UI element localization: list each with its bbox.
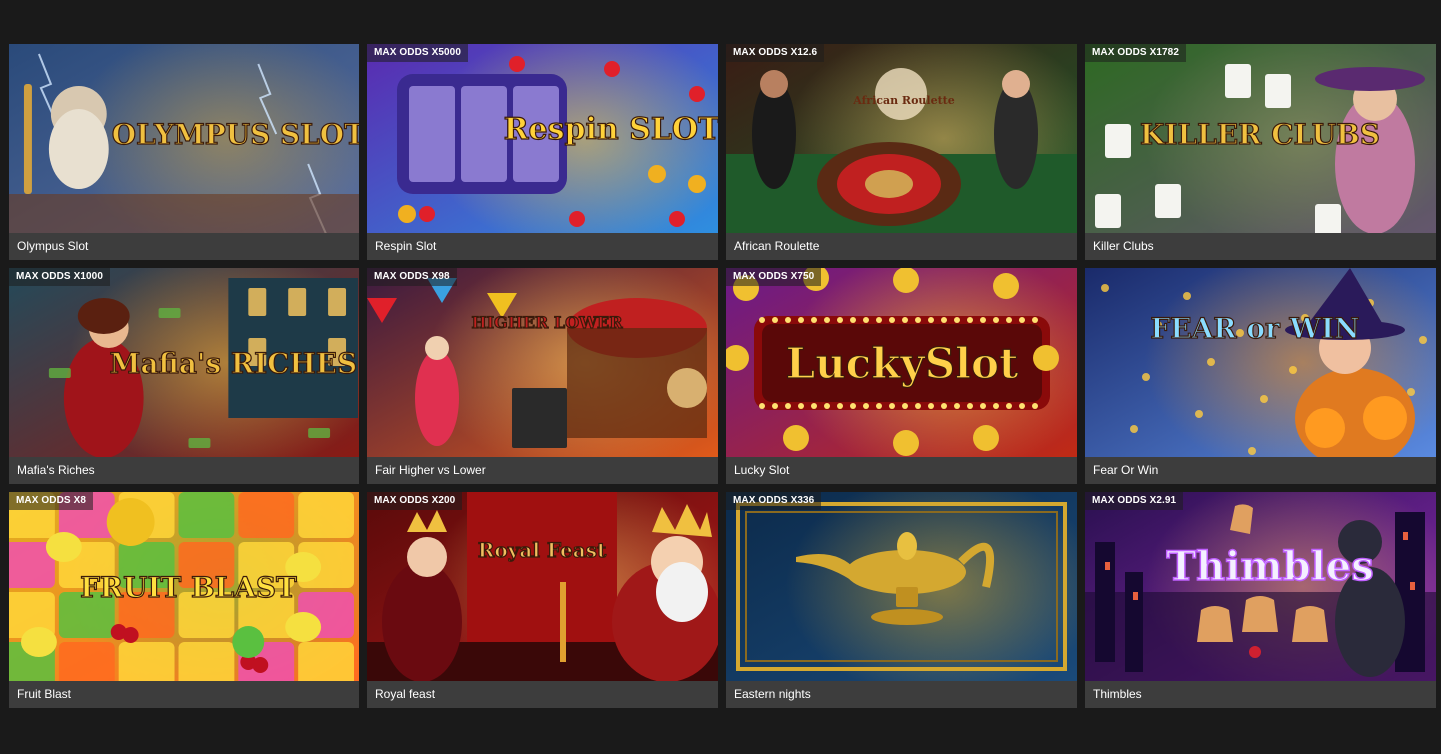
game-artwork: HIGHER LOWER xyxy=(367,268,718,457)
game-title[interactable]: Respin Slot xyxy=(367,233,718,260)
max-odds-badge: MAX ODDS X1782 xyxy=(1085,44,1186,62)
game-title[interactable]: Thimbles xyxy=(1085,681,1436,708)
max-odds-badge: MAX ODDS X1000 xyxy=(9,268,110,286)
game-thumbnail[interactable]: Respin SLOT xyxy=(367,44,718,233)
max-odds-badge: MAX ODDS X12.6 xyxy=(726,44,825,62)
game-logo-text: FRUIT BLAST xyxy=(80,571,297,604)
game-thumbnail[interactable]: FRUIT BLAST xyxy=(9,492,359,681)
game-logo-text: KILLER CLUBS xyxy=(1140,118,1380,151)
game-artwork: Mafia's RICHES xyxy=(9,268,359,457)
game-title[interactable]: Royal feast xyxy=(367,681,718,708)
game-logo-text: Thimbles xyxy=(1166,543,1374,590)
game-thumbnail[interactable]: Royal Feast xyxy=(367,492,718,681)
game-title[interactable]: Fair Higher vs Lower xyxy=(367,457,718,484)
game-logo-text: Royal Feast xyxy=(478,538,607,562)
game-title[interactable]: Fruit Blast xyxy=(9,681,359,708)
game-card[interactable]: Respin SLOT MAX ODDS X5000 Respin Slot xyxy=(367,44,718,260)
game-thumbnail[interactable]: HIGHER LOWER xyxy=(367,268,718,457)
game-artwork: KILLER CLUBS xyxy=(1085,44,1436,233)
game-card[interactable]: Royal Feast MAX ODDS X200 Royal feast xyxy=(367,492,718,708)
game-logo-text: Respin SLOT xyxy=(504,112,718,147)
max-odds-badge: MAX ODDS X2.91 xyxy=(1085,492,1184,510)
game-thumbnail[interactable]: African Roulette xyxy=(726,44,1077,233)
max-odds-badge: MAX ODDS X336 xyxy=(726,492,822,510)
game-thumbnail[interactable]: Thimbles xyxy=(1085,492,1436,681)
game-card[interactable]: FRUIT BLAST MAX ODDS X8 Fruit Blast xyxy=(9,492,359,708)
game-card[interactable]: MAX ODDS X336 Eastern nights xyxy=(726,492,1077,708)
game-card[interactable]: OLYMPUS SLOT Olympus Slot xyxy=(9,44,359,260)
game-thumbnail[interactable]: KILLER CLUBS xyxy=(1085,44,1436,233)
max-odds-badge: MAX ODDS X5000 xyxy=(367,44,468,62)
max-odds-badge: MAX ODDS X750 xyxy=(726,268,822,286)
max-odds-badge: MAX ODDS X8 xyxy=(9,492,94,510)
game-artwork: Respin SLOT xyxy=(367,44,718,233)
game-title[interactable]: Olympus Slot xyxy=(9,233,359,260)
game-logo-text: LuckySlot xyxy=(786,339,1019,388)
game-thumbnail[interactable]: Mafia's RICHES xyxy=(9,268,359,457)
game-card[interactable]: LuckySlot MAX ODDS X750 Lucky Slot xyxy=(726,268,1077,484)
game-artwork: Thimbles xyxy=(1085,492,1436,681)
game-card[interactable]: Thimbles MAX ODDS X2.91 Thimbles xyxy=(1085,492,1436,708)
game-logo-text: OLYMPUS SLOT xyxy=(112,118,359,151)
game-artwork: FEAR or WIN xyxy=(1085,268,1436,457)
game-card[interactable]: FEAR or WIN Fear Or Win xyxy=(1085,268,1436,484)
game-title[interactable]: Killer Clubs xyxy=(1085,233,1436,260)
game-grid: OLYMPUS SLOT Olympus Slot Respin SLOT MA… xyxy=(9,44,1437,708)
game-logo-text: Mafia's RICHES xyxy=(110,347,358,380)
game-artwork: Royal Feast xyxy=(367,492,718,681)
game-logo-text: FEAR or WIN xyxy=(1150,312,1359,345)
game-artwork: African Roulette xyxy=(726,44,1077,233)
max-odds-badge: MAX ODDS X200 xyxy=(367,492,463,510)
game-thumbnail[interactable]: LuckySlot xyxy=(726,268,1077,457)
game-artwork: LuckySlot xyxy=(726,268,1077,457)
game-card[interactable]: African Roulette MAX ODDS X12.6 African … xyxy=(726,44,1077,260)
game-artwork: FRUIT BLAST xyxy=(9,492,359,681)
game-artwork: OLYMPUS SLOT xyxy=(9,44,359,233)
game-lobby: OLYMPUS SLOT Olympus Slot Respin SLOT MA… xyxy=(0,0,1441,754)
game-thumbnail[interactable]: OLYMPUS SLOT xyxy=(9,44,359,233)
game-logo-text: HIGHER LOWER xyxy=(471,313,623,332)
game-title[interactable]: Eastern nights xyxy=(726,681,1077,708)
game-thumbnail[interactable] xyxy=(726,492,1077,681)
game-card[interactable]: HIGHER LOWER MAX ODDS X98 Fair Higher vs… xyxy=(367,268,718,484)
game-artwork xyxy=(726,492,1077,681)
game-title[interactable]: African Roulette xyxy=(726,233,1077,260)
game-logo-text: African Roulette xyxy=(852,94,955,107)
game-thumbnail[interactable]: FEAR or WIN xyxy=(1085,268,1436,457)
max-odds-badge: MAX ODDS X98 xyxy=(367,268,457,286)
game-card[interactable]: KILLER CLUBS MAX ODDS X1782 Killer Clubs xyxy=(1085,44,1436,260)
game-card[interactable]: Mafia's RICHES MAX ODDS X1000 Mafia's Ri… xyxy=(9,268,359,484)
game-title[interactable]: Fear Or Win xyxy=(1085,457,1436,484)
game-title[interactable]: Lucky Slot xyxy=(726,457,1077,484)
game-title[interactable]: Mafia's Riches xyxy=(9,457,359,484)
